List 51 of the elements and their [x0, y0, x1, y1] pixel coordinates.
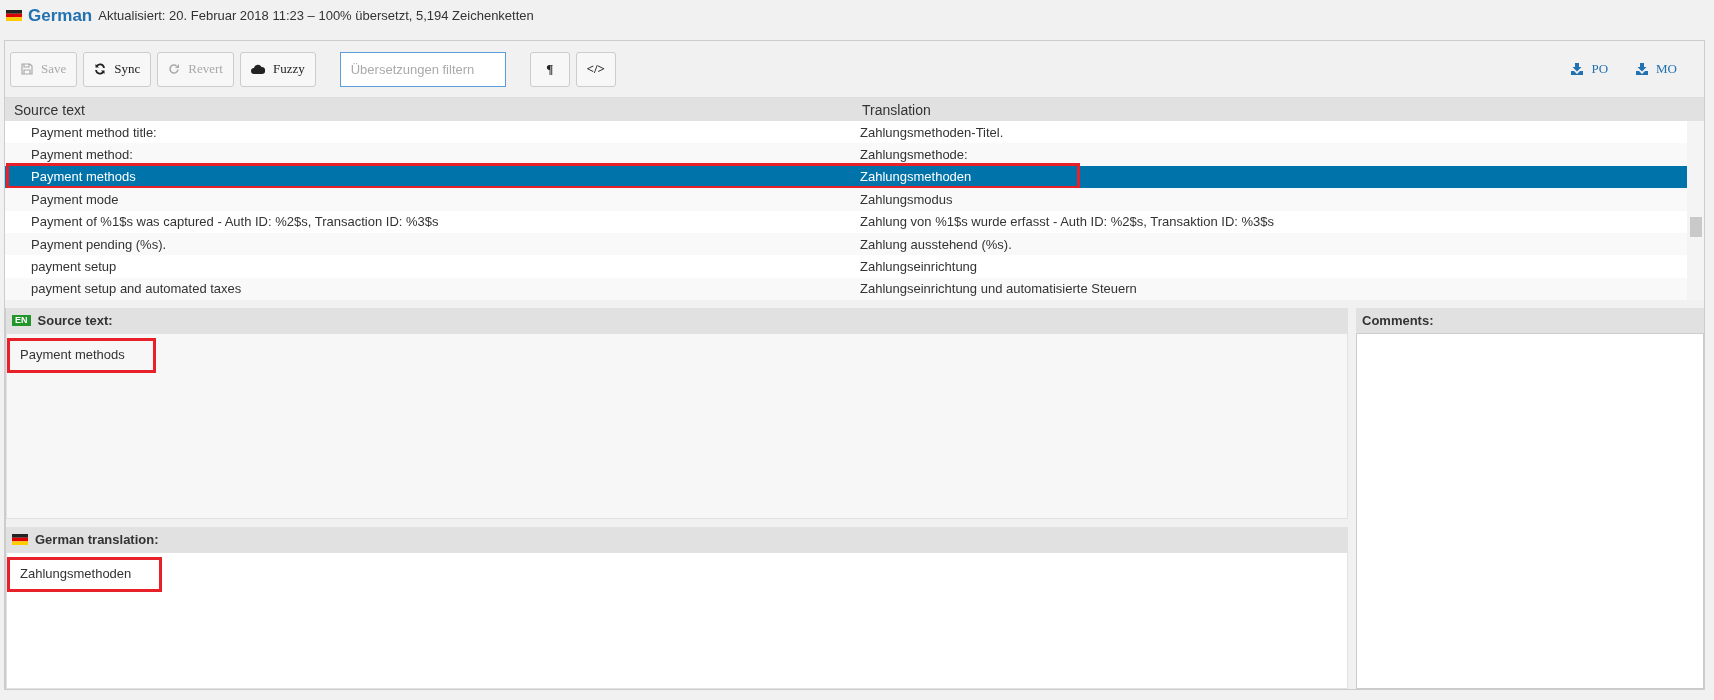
panel-title: German translation:: [35, 532, 159, 548]
toggle-button[interactable]: ¶: [529, 51, 570, 87]
source-cell-text: Payment mode: [30, 191, 120, 207]
download-link[interactable]: PO: [1571, 61, 1609, 77]
string-row[interactable]: Payment mode Zahlungsmodus: [5, 188, 1687, 211]
download-icon: [1636, 63, 1649, 75]
string-row[interactable]: payment setup Zahlungseinrichtung: [5, 255, 1687, 278]
source-cell-text: Payment method:: [30, 147, 134, 163]
column-header[interactable]: Source text: [5, 101, 853, 118]
translation-editor[interactable]: Zahlungsmethoden: [6, 552, 1348, 689]
german-flag-icon: [12, 534, 28, 546]
scrollbar[interactable]: [1687, 121, 1704, 301]
string-row[interactable]: Payment methods Zahlungsmethoden: [5, 165, 1687, 189]
download-icon: [1571, 63, 1584, 75]
sync-button[interactable]: Sync: [83, 51, 152, 87]
source-cell-text: payment setup: [30, 259, 118, 275]
sync-icon: [94, 63, 107, 75]
toggle-button[interactable]: </>: [575, 51, 616, 87]
translation-cell-text: Zahlung ausstehend (%s).: [859, 236, 1012, 252]
translation-cell-text: Zahlungsmodus: [859, 191, 953, 207]
german-flag-icon: [6, 10, 22, 21]
column-header[interactable]: Translation: [853, 101, 931, 118]
redo-icon: [168, 63, 181, 75]
translation-cell-text: Zahlungsmethoden: [859, 169, 972, 185]
translation-cell-text: Zahlung von %1$s wurde erfasst - Auth ID: %2$s, Transaktion ID: %3$s: [859, 214, 1275, 230]
string-row[interactable]: Payment method: Zahlungsmethode:: [5, 143, 1687, 166]
string-row[interactable]: Payment method title: Zahlungsmethoden-Titel.: [5, 121, 1687, 144]
language-badge: EN: [12, 315, 31, 327]
string-row[interactable]: Payment of %1$s was captured - Auth ID: %2$s, Transaction ID: %3$s Zahlung von %1$s wurde erfasst - Auth ID: %2$s, Transaktion ID: %3$s: [5, 210, 1687, 233]
source-cell-text: Payment method title:: [30, 124, 158, 140]
string-row[interactable]: Payment pending (%s). Zahlung ausstehend (%s).: [5, 232, 1687, 256]
panel-title: Source text:: [37, 313, 113, 329]
translation-cell-text: Zahlungseinrichtung: [859, 259, 978, 275]
string-row[interactable]: payment setup and automated taxes Zahlungseinrichtung und automatisierte Steuern: [5, 277, 1687, 301]
translation-text: Zahlungsmethoden: [7, 557, 163, 593]
download-link[interactable]: MO: [1636, 61, 1677, 77]
language-title: German: [28, 5, 93, 26]
translation-cell-text: Zahlungsmethode:: [859, 147, 968, 163]
source-cell-text: Payment of %1$s was captured - Auth ID: %2$s, Transaction ID: %3$s: [30, 214, 440, 230]
cloud-icon: [250, 64, 265, 74]
filter-field[interactable]: Übersetzungen filtern: [339, 51, 506, 87]
translation-cell-text: Zahlungseinrichtung und automatisierte Steuern: [859, 281, 1137, 297]
source-cell-text: Payment methods: [30, 169, 137, 185]
status-text: Aktualisiert: 20. Februar 2018 11:23 – 100% übersetzt, 5,194 Zeichenketten: [98, 8, 534, 23]
fuzzy-button[interactable]: Fuzzy: [239, 51, 316, 87]
translation-cell-text: Zahlungsmethoden-Titel.: [859, 124, 1004, 140]
source-text: Payment methods: [7, 338, 156, 374]
source-cell-text: payment setup and automated taxes: [30, 281, 243, 297]
comments-area[interactable]: [1356, 333, 1704, 689]
panel-title: Comments:: [1362, 313, 1434, 329]
source-cell-text: Payment pending (%s).: [30, 236, 168, 252]
